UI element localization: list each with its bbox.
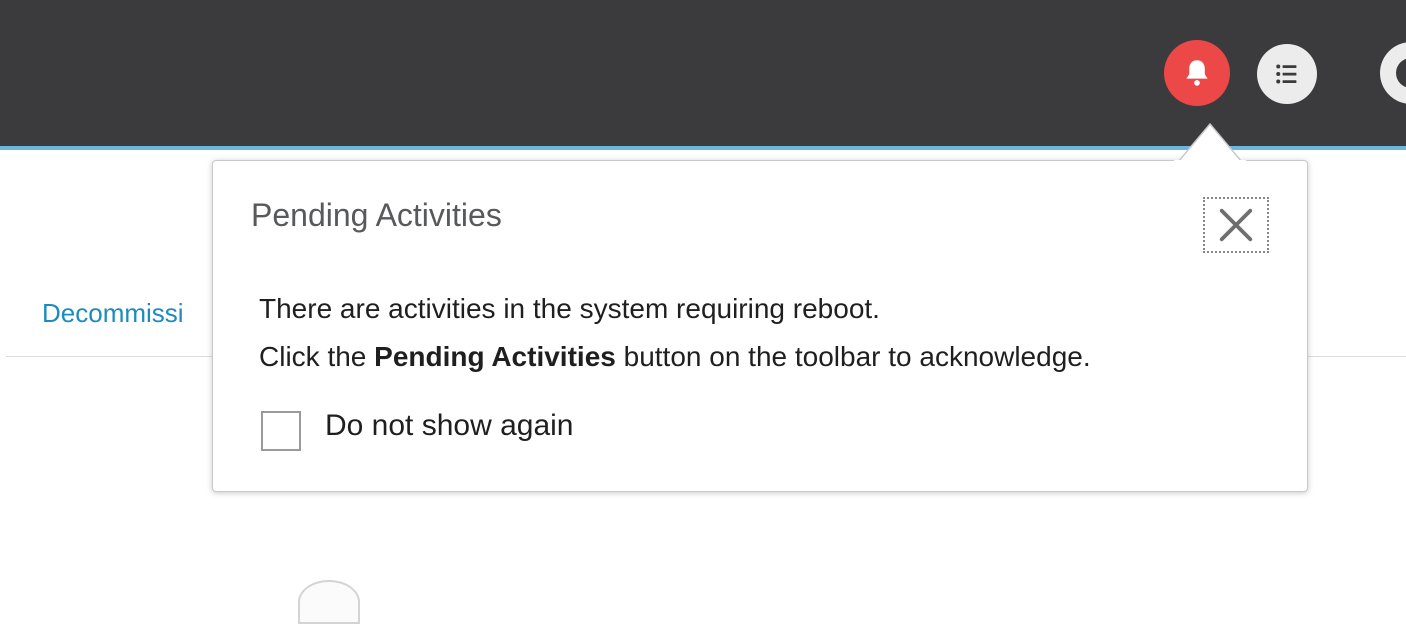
popover-message-line-2: Click the Pending Activities button on t… xyxy=(259,341,1091,373)
task-list-button[interactable] xyxy=(1257,44,1317,104)
pending-activities-popover: Pending Activities There are activities … xyxy=(212,160,1308,492)
do-not-show-again-checkbox[interactable] xyxy=(261,411,301,451)
list-icon xyxy=(1276,64,1297,84)
do-not-show-again-label[interactable]: Do not show again xyxy=(325,409,574,443)
message-suffix: button on the toolbar to acknowledge. xyxy=(615,341,1091,372)
settings-button[interactable] xyxy=(1380,42,1406,104)
message-bold: Pending Activities xyxy=(374,341,616,372)
settings-icon xyxy=(1396,58,1406,88)
popover-arrow xyxy=(1174,122,1246,162)
bell-icon xyxy=(1186,60,1208,86)
close-button[interactable] xyxy=(1203,197,1269,253)
message-prefix: Click the xyxy=(259,341,375,372)
pending-activities-button[interactable] xyxy=(1164,40,1230,106)
popover-title: Pending Activities xyxy=(251,197,502,233)
server-icon xyxy=(298,580,360,624)
popover-message-line-1: There are activities in the system requi… xyxy=(259,293,880,324)
decommission-tab[interactable]: Decommissi xyxy=(42,298,184,329)
close-icon xyxy=(1219,208,1253,242)
